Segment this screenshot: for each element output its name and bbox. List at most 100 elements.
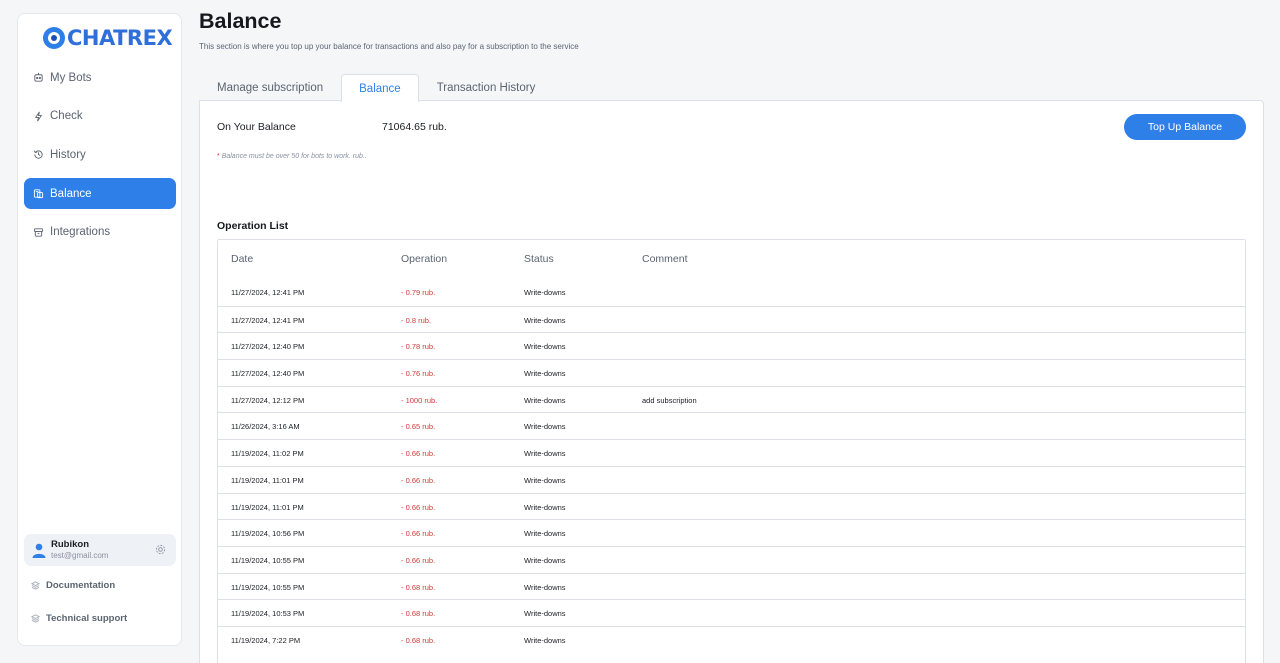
top-up-balance-button[interactable]: Top Up Balance [1124, 114, 1246, 140]
row-status: Write-downs [524, 449, 566, 459]
sidebar-item-check[interactable]: Check [24, 101, 176, 132]
documentation-icon [31, 581, 40, 590]
user-card[interactable]: Rubikon test@gmail.com [24, 534, 176, 566]
history-icon [33, 149, 44, 160]
table-row: 11/27/2024, 12:12 PM - 1000 rub. Write-dow… [218, 385, 1245, 413]
row-operation: - 0.78 rub. [401, 342, 436, 352]
user-info: Rubikon test@gmail.com [51, 539, 108, 561]
balance-note-text: Balance must be over 50 for bots to work… [221, 153, 367, 160]
sidebar-item-label: Integrations [50, 226, 111, 239]
balance-note: * Balance must be over 50 for bots to wo… [217, 153, 367, 160]
tab-manage-subscription[interactable]: Manage subscription [199, 74, 341, 101]
page-title: Balance [199, 9, 282, 33]
brand-logo[interactable]: CHATREX [43, 26, 173, 50]
row-status: Write-downs [524, 395, 566, 405]
column-header-comment: Comment [642, 253, 688, 265]
row-status: Write-downs [524, 582, 566, 592]
balance-value: 71064.65 rub. [382, 121, 447, 133]
row-status: Write-downs [524, 475, 566, 485]
row-date: 11/27/2024, 12:41 PM [231, 288, 305, 297]
user-name: Rubikon [51, 539, 89, 550]
sidebar-item-label: Check [50, 110, 83, 123]
column-header-operation: Operation [401, 253, 448, 265]
row-status: Write-downs [524, 315, 566, 325]
avatar [32, 543, 46, 558]
row-date: 11/27/2024, 12:12 PM [231, 395, 305, 405]
row-operation: - 0.66 rub. [401, 502, 436, 512]
table-body: 11/27/2024, 12:41 PM - 0.79 rub. Write-dow… [218, 279, 1245, 653]
row-operation: - 0.66 rub. [401, 475, 436, 485]
sidebar-item-label: History [50, 148, 86, 161]
user-email: test@gmail.com [51, 551, 109, 560]
row-date: 11/19/2024, 10:53 PM [231, 609, 305, 619]
row-date: 11/19/2024, 10:55 PM [231, 555, 305, 565]
table-row: 11/19/2024, 7:22 PM - 0.68 rub. Write-down… [218, 625, 1245, 653]
wallet-icon [33, 188, 44, 199]
row-date: 11/19/2024, 10:56 PM [231, 529, 305, 539]
support-icon [31, 614, 40, 623]
technical-support-label: Technical support [46, 613, 128, 624]
documentation-label: Documentation [46, 580, 116, 591]
column-header-date: Date [231, 253, 254, 265]
balance-label: On Your Balance [217, 121, 296, 133]
row-operation: - 0.66 rub. [401, 555, 436, 565]
main-content: Balance This section is where you top up… [199, 0, 1280, 663]
row-date: 11/27/2024, 12:40 PM [231, 369, 305, 379]
sidebar-item-integrations[interactable]: Integrations [24, 217, 176, 248]
operation-table: Date Operation Status Comment 11/27/2024… [217, 239, 1246, 663]
page-description: This section is where you top up your ba… [199, 42, 579, 51]
tab-balance[interactable]: Balance [341, 74, 419, 102]
table-row: 11/19/2024, 11:01 PM - 0.66 rub. Write-dow… [218, 492, 1245, 520]
technical-support-link[interactable]: Technical support [31, 613, 127, 624]
row-operation: - 0.68 rub. [401, 582, 436, 592]
row-operation: - 0.76 rub. [401, 369, 436, 379]
integrations-icon [33, 227, 44, 238]
table-row: 11/19/2024, 10:53 PM - 0.68 rub. Write-dow… [218, 599, 1245, 626]
table-row: 11/27/2024, 12:41 PM - 0.79 rub. Write-dow… [218, 279, 1245, 306]
table-row: 11/27/2024, 12:40 PM - 0.78 rub. Write-dow… [218, 332, 1245, 359]
row-operation: - 1000 rub. [401, 395, 438, 405]
table-row: 11/19/2024, 11:01 PM - 0.66 rub. Write-dow… [218, 465, 1245, 493]
documentation-link[interactable]: Documentation [31, 580, 115, 591]
row-comment: add subscription [642, 395, 697, 405]
table-row: 11/27/2024, 12:41 PM - 0.8 rub. Write-down… [218, 305, 1245, 333]
row-operation: - 0.66 rub. [401, 529, 436, 539]
table-row: 11/19/2024, 11:02 PM - 0.66 rub. Write-dow… [218, 439, 1245, 466]
sidebar-item-balance[interactable]: Balance [24, 178, 176, 210]
row-date: 11/19/2024, 11:01 PM [231, 502, 304, 512]
brand-name: CHATREX [67, 26, 173, 50]
table-header: Date Operation Status Comment [218, 240, 1245, 279]
row-status: Write-downs [524, 555, 566, 565]
sidebar-item-label: Balance [50, 187, 92, 200]
row-status: Write-downs [524, 529, 566, 539]
balance-panel: On Your Balance 71064.65 rub. Top Up Bal… [199, 100, 1264, 663]
row-operation: - 0.66 rub. [401, 449, 436, 459]
sidebar-item-my-bots[interactable]: My Bots [24, 62, 176, 93]
row-date: 11/26/2024, 3:16 AM [231, 422, 300, 432]
row-date: 11/19/2024, 7:22 PM [231, 635, 301, 645]
row-status: Write-downs [524, 369, 566, 379]
row-status: Write-downs [524, 288, 566, 297]
row-date: 11/27/2024, 12:41 PM [231, 315, 305, 325]
row-status: Write-downs [524, 635, 566, 645]
row-operation: - 0.68 rub. [401, 609, 436, 619]
required-star: * [217, 153, 220, 160]
row-date: 11/19/2024, 10:55 PM [231, 582, 305, 592]
tab-transaction-history[interactable]: Transaction History [419, 74, 554, 101]
row-operation: - 0.79 rub. [401, 288, 436, 297]
logo-icon [43, 27, 65, 49]
row-status: Write-downs [524, 609, 566, 619]
row-operation: - 0.68 rub. [401, 635, 436, 645]
operation-list-title: Operation List [217, 220, 289, 232]
row-operation: - 0.65 rub. [401, 422, 436, 432]
table-row: 11/26/2024, 3:16 AM - 0.65 rub. Write-down… [218, 412, 1245, 439]
table-row: 11/19/2024, 10:56 PM - 0.66 rub. Write-dow… [218, 519, 1245, 546]
row-operation: - 0.8 rub. [401, 315, 432, 325]
table-row: 11/19/2024, 10:55 PM - 0.68 rub. Write-dow… [218, 572, 1245, 600]
table-row: 11/19/2024, 10:55 PM - 0.66 rub. Write-dow… [218, 545, 1245, 573]
gear-icon[interactable] [155, 544, 166, 555]
row-status: Write-downs [524, 502, 566, 512]
sidebar-item-label: My Bots [50, 71, 92, 84]
lightning-icon [33, 111, 44, 122]
sidebar-item-history[interactable]: History [24, 139, 176, 170]
